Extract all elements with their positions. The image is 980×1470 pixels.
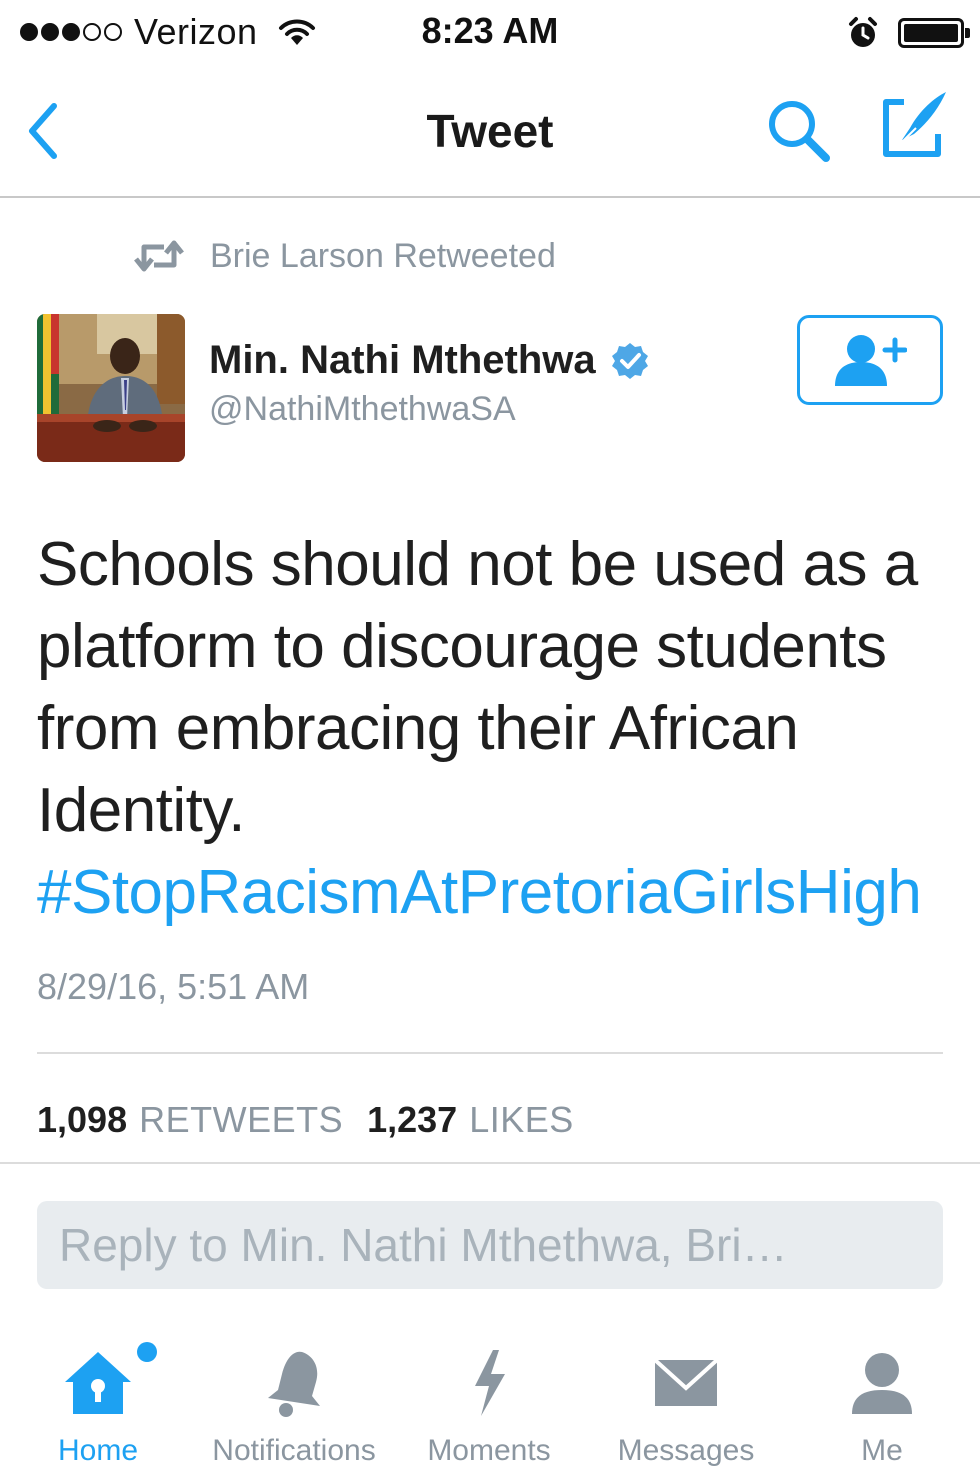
author-avatar[interactable] [37,314,185,462]
follow-user-icon [835,335,907,386]
status-bar-right [846,14,970,52]
likes-count[interactable]: 1,237 [367,1099,457,1141]
lightning-icon [475,1350,505,1416]
tab-moments[interactable]: Moments [414,1320,564,1470]
battery-icon [898,18,970,48]
search-button[interactable] [764,96,836,168]
tab-home[interactable]: Home [38,1320,158,1470]
home-icon [65,1352,131,1414]
tweet-timestamp: 8/29/16, 5:51 AM [37,966,310,1007]
tab-label: Home [57,1434,139,1467]
retweets-count[interactable]: 1,098 [37,1099,127,1141]
tab-bar: Home Notifications Moments Messages Me [0,1320,980,1470]
retweet-context-label: Brie Larson Retweeted [210,236,556,275]
tab-messages[interactable]: Messages [606,1320,766,1470]
status-bar: Verizon 8:23 AM [0,0,980,66]
reply-input[interactable] [37,1201,943,1289]
follow-button[interactable] [797,315,943,405]
tweet-text-block: Schools should not be used as a platform… [37,524,937,934]
avatar-photo [37,314,185,462]
envelope-icon [653,1358,719,1406]
tab-label: Me [861,1434,903,1467]
compose-icon [883,92,946,157]
bell-icon [268,1351,320,1417]
person-icon [852,1353,912,1414]
verified-badge-icon [611,342,648,379]
alarm-icon [849,17,877,47]
navigation-bar: Tweet [0,66,980,198]
tweet-text: Schools should not be used as a platform… [37,530,918,845]
retweet-context[interactable]: Brie Larson Retweeted [134,232,556,280]
divider [0,1162,980,1164]
author-name: Min. Nathi Mthethwa [209,338,596,382]
tab-notifications[interactable]: Notifications [196,1320,392,1470]
compose-button[interactable] [876,88,952,164]
search-icon [769,101,830,162]
status-time: 8:23 AM [421,10,559,51]
tweet-hashtag-link[interactable]: #StopRacismAtPretoriaGirlsHigh [37,858,922,927]
tab-label: Moments [427,1434,551,1467]
retweets-label[interactable]: RETWEETS [139,1099,343,1141]
author-handle: @NathiMthethwaSA [209,390,516,428]
divider [37,1052,943,1054]
retweet-icon [134,240,184,272]
home-notification-dot [137,1342,157,1362]
likes-label[interactable]: LIKES [469,1099,574,1141]
tab-label: Notifications [212,1434,376,1467]
tab-label: Messages [617,1434,755,1467]
author-name-row[interactable]: Min. Nathi Mthethwa [209,338,650,383]
tweet-stats: 1,098 RETWEETS 1,237 LIKES [37,1099,574,1141]
reply-box[interactable] [37,1201,943,1289]
tab-me[interactable]: Me [842,1320,922,1470]
